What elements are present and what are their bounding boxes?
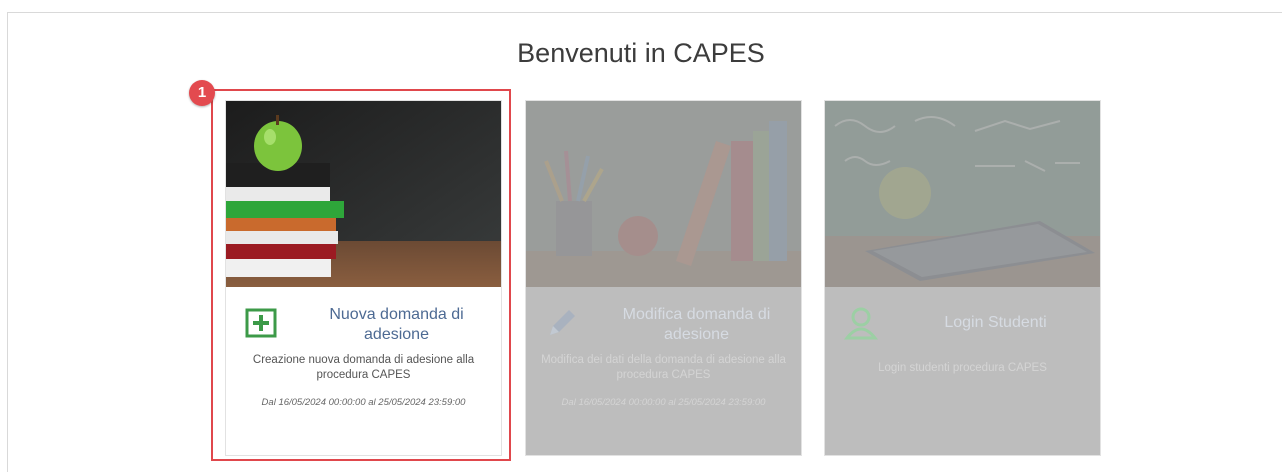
books-and-pencils-image	[526, 101, 801, 287]
page-title: Benvenuti in CAPES	[517, 38, 765, 68]
step-badge: 1	[189, 80, 215, 106]
card-title[interactable]: Modifica domanda di adesione	[604, 305, 789, 345]
card-description: Modifica dei dati della domanda di adesi…	[541, 354, 786, 381]
highlight-box	[211, 89, 511, 461]
card-title[interactable]: Login Studenti	[903, 313, 1088, 333]
card-modifica-domanda[interactable]: Modifica domanda di adesione Modifica de…	[525, 100, 802, 456]
user-icon	[843, 305, 879, 341]
pencil-icon	[544, 305, 580, 341]
card-date-range: Dal 16/05/2024 00:00:00 al 25/05/2024 23…	[561, 397, 766, 408]
card-description: Login studenti procedura CAPES	[878, 362, 1047, 374]
card-login-studenti[interactable]: Login Studenti Login studenti procedura …	[824, 100, 1101, 456]
apple-tablet-chalkboard-image	[825, 101, 1100, 287]
